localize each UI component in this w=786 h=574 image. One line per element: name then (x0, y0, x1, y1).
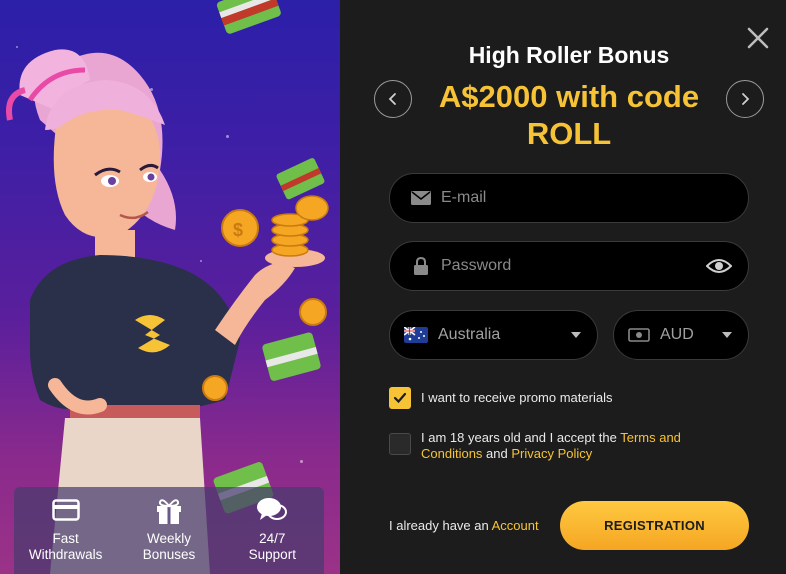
registration-modal: High Roller Bonus A$2000 with code ROLL … (340, 0, 786, 574)
bonus-offer: A$2000 with code ROLL (438, 79, 700, 151)
chevron-down-icon (722, 332, 732, 338)
gift-icon (153, 495, 185, 525)
currency-select[interactable]: AUD (613, 310, 749, 360)
promo-checkbox[interactable] (389, 387, 411, 409)
promo-checkbox-label: I want to receive promo materials (421, 390, 613, 405)
banknote-icon (628, 328, 650, 342)
age-terms-and: and (482, 446, 512, 461)
age-terms-label: I am 18 years old and I accept the Terms… (421, 430, 711, 462)
country-value: Australia (438, 326, 501, 343)
password-field[interactable] (389, 241, 749, 291)
password-input[interactable] (441, 257, 706, 275)
age-terms-text: I am 18 years old and I accept the (421, 430, 621, 445)
checkmark-icon (393, 392, 407, 404)
feature-label: 24/7 Support (248, 531, 296, 562)
feature-label: Weekly Bonuses (142, 531, 196, 562)
account-login-link[interactable]: Account (492, 518, 539, 533)
email-input[interactable] (441, 189, 732, 207)
next-offer-button[interactable] (726, 80, 764, 118)
registration-button[interactable]: REGISTRATION (560, 501, 749, 550)
envelope-icon (410, 191, 432, 205)
feature-weekly-bonuses: Weekly Bonuses (124, 495, 214, 563)
chevron-down-icon (571, 332, 581, 338)
modal-title: High Roller Bonus (468, 42, 670, 68)
feature-fast-withdrawals: Fast Withdrawals (21, 495, 111, 563)
country-select[interactable]: Australia (389, 310, 598, 360)
lock-icon (410, 257, 432, 275)
email-field[interactable] (389, 173, 749, 223)
chevron-right-icon (742, 93, 750, 105)
chat-bubbles-icon (256, 495, 288, 525)
feature-support: 24/7 Support (227, 495, 317, 563)
svg-text:$: $ (233, 220, 243, 240)
chevron-left-icon (388, 93, 396, 105)
australia-flag-icon (404, 327, 428, 343)
currency-value: AUD (660, 326, 694, 343)
show-password-icon[interactable] (706, 258, 732, 274)
privacy-policy-link[interactable]: Privacy Policy (511, 446, 592, 461)
have-account-prefix: I already have an (389, 518, 492, 533)
have-account-text: I already have an Account (389, 518, 539, 533)
credit-card-icon (50, 495, 82, 525)
features-bar: Fast Withdrawals Weekly Bonuses 24/7 Sup… (14, 487, 324, 574)
promo-panel: $ Fast Withdrawals Weekly Bonuses 24/7 S… (0, 0, 340, 574)
age-terms-checkbox[interactable] (389, 433, 411, 455)
feature-label: Fast Withdrawals (28, 531, 103, 562)
